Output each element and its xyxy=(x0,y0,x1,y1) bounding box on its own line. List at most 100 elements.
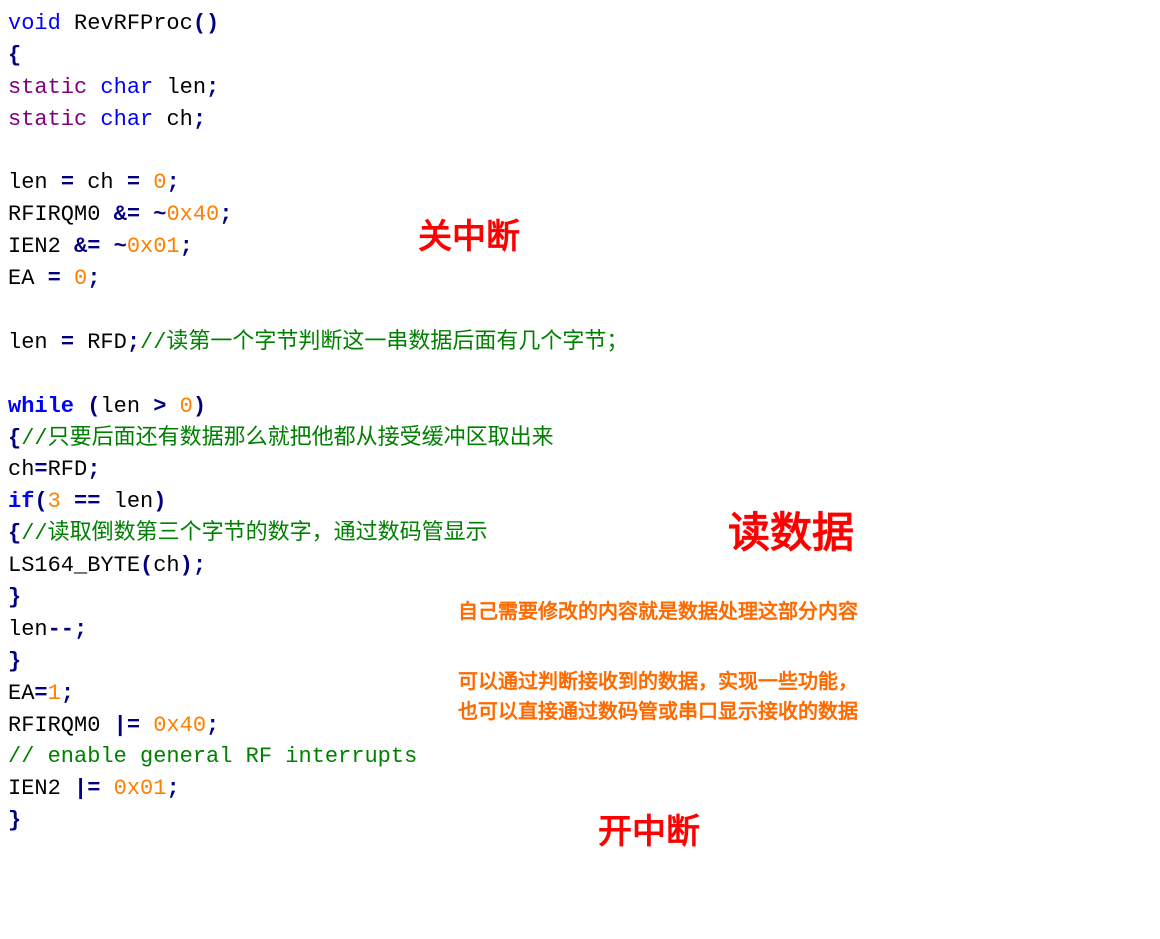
identifier: ch xyxy=(153,553,179,578)
semicolon: ; xyxy=(206,75,219,100)
brace-close: } xyxy=(8,808,21,833)
semicolon: ; xyxy=(87,266,100,291)
number: 3 xyxy=(48,489,61,514)
paren-open: ( xyxy=(140,553,153,578)
keyword-if: if xyxy=(8,489,34,514)
code-line-blank xyxy=(8,136,1152,168)
paren-open: ( xyxy=(34,489,47,514)
operator: > xyxy=(153,394,166,419)
code-line: // enable general RF interrupts xyxy=(8,741,1152,773)
annotation-close-interrupt: 关中断 xyxy=(418,213,520,262)
paren-close: ) xyxy=(193,394,206,419)
identifier: EA xyxy=(8,266,48,291)
identifier: IEN2 xyxy=(8,776,74,801)
keyword-void: void xyxy=(8,11,61,36)
number: 0 xyxy=(153,170,166,195)
number: 1 xyxy=(48,681,61,706)
brace-close: } xyxy=(8,585,21,610)
code-line-blank xyxy=(8,295,1152,327)
annotation-read-data: 读数据 xyxy=(728,503,854,564)
code-line-blank xyxy=(8,359,1152,391)
operator: = xyxy=(61,170,74,195)
code-line: static char ch; xyxy=(8,104,1152,136)
operator-bitnot: ~ xyxy=(153,202,166,227)
identifier: IEN2 xyxy=(8,234,74,259)
identifier: ch xyxy=(166,107,192,132)
annotation-note-3: 也可以直接通过数码管或串口显示接收的数据 xyxy=(458,698,858,727)
keyword-while: while xyxy=(8,394,74,419)
semicolon: ; xyxy=(193,107,206,132)
operator: = xyxy=(127,170,140,195)
annotation-note-1: 自己需要修改的内容就是数据处理这部分内容 xyxy=(458,598,858,627)
identifier: len xyxy=(8,170,61,195)
code-line: void RevRFProc() xyxy=(8,8,1152,40)
code-line: IEN2 &= ~0x01; xyxy=(8,231,1152,263)
semicolon: ; xyxy=(61,681,74,706)
annotation-note-2: 可以通过判断接收到的数据，实现一些功能， xyxy=(458,668,858,697)
semicolon: ; xyxy=(127,330,140,355)
code-line: RFIRQM0 &= ~0x40; xyxy=(8,199,1152,231)
semicolon: ; xyxy=(74,617,87,642)
number: 0x40 xyxy=(153,713,206,738)
number: 0 xyxy=(74,266,87,291)
keyword-char: char xyxy=(100,75,153,100)
brace-open: { xyxy=(8,521,21,546)
operator: == xyxy=(74,489,100,514)
operator: &= xyxy=(114,202,140,227)
identifier: EA xyxy=(8,681,34,706)
brace-open: { xyxy=(8,43,21,68)
keyword-static: static xyxy=(8,75,87,100)
code-line: LS164_BYTE(ch); xyxy=(8,550,1152,582)
identifier: RFD xyxy=(74,330,127,355)
function-call: LS164_BYTE xyxy=(8,553,140,578)
code-line: IEN2 |= 0x01; xyxy=(8,773,1152,805)
identifier: RFIRQM0 xyxy=(8,713,114,738)
semicolon: ; xyxy=(180,234,193,259)
code-line: {//只要后面还有数据那么就把他都从接受缓冲区取出来 xyxy=(8,423,1152,455)
code-line: ch=RFD; xyxy=(8,454,1152,486)
code-line: } xyxy=(8,805,1152,837)
number: 0x01 xyxy=(114,776,167,801)
operator: &= xyxy=(74,234,100,259)
keyword-static: static xyxy=(8,107,87,132)
operator: |= xyxy=(114,713,140,738)
code-line: len = RFD;//读第一个字节判断这一串数据后面有几个字节； xyxy=(8,327,1152,359)
operator: = xyxy=(34,681,47,706)
operator: |= xyxy=(74,776,100,801)
operator-bitnot: ~ xyxy=(114,234,127,259)
code-line: static char len; xyxy=(8,72,1152,104)
comment: // enable general RF interrupts xyxy=(8,744,417,769)
number: 0x01 xyxy=(127,234,180,259)
semicolon: ; xyxy=(166,170,179,195)
semicolon: ; xyxy=(166,776,179,801)
identifier: ch xyxy=(8,457,34,482)
paren-close: ) xyxy=(153,489,166,514)
operator: = xyxy=(61,330,74,355)
code-line: if(3 == len) xyxy=(8,486,1152,518)
brace-close: } xyxy=(8,649,21,674)
operator: = xyxy=(48,266,61,291)
comment: //读取倒数第三个字节的数字，通过数码管显示 xyxy=(21,521,487,546)
identifier: len xyxy=(100,394,153,419)
identifier: ch xyxy=(74,170,127,195)
code-line: while (len > 0) xyxy=(8,391,1152,423)
semicolon: ; xyxy=(87,457,100,482)
code-line: EA = 0; xyxy=(8,263,1152,295)
identifier: len xyxy=(114,489,154,514)
semicolon: ; xyxy=(219,202,232,227)
number: 0 xyxy=(180,394,193,419)
identifier: len xyxy=(8,330,61,355)
code-line: { xyxy=(8,40,1152,72)
paren-open: ( xyxy=(74,394,100,419)
number: 0x40 xyxy=(166,202,219,227)
identifier: RFIRQM0 xyxy=(8,202,114,227)
semicolon: ; xyxy=(193,553,206,578)
identifier: len xyxy=(8,617,48,642)
code-line: {//读取倒数第三个字节的数字，通过数码管显示 xyxy=(8,518,1152,550)
function-name: RevRFProc xyxy=(74,11,193,36)
identifier: RFD xyxy=(48,457,88,482)
comment: //读第一个字节判断这一串数据后面有几个字节； xyxy=(140,330,628,355)
identifier: len xyxy=(166,75,206,100)
keyword-char: char xyxy=(100,107,153,132)
paren-open: ( xyxy=(193,11,206,36)
